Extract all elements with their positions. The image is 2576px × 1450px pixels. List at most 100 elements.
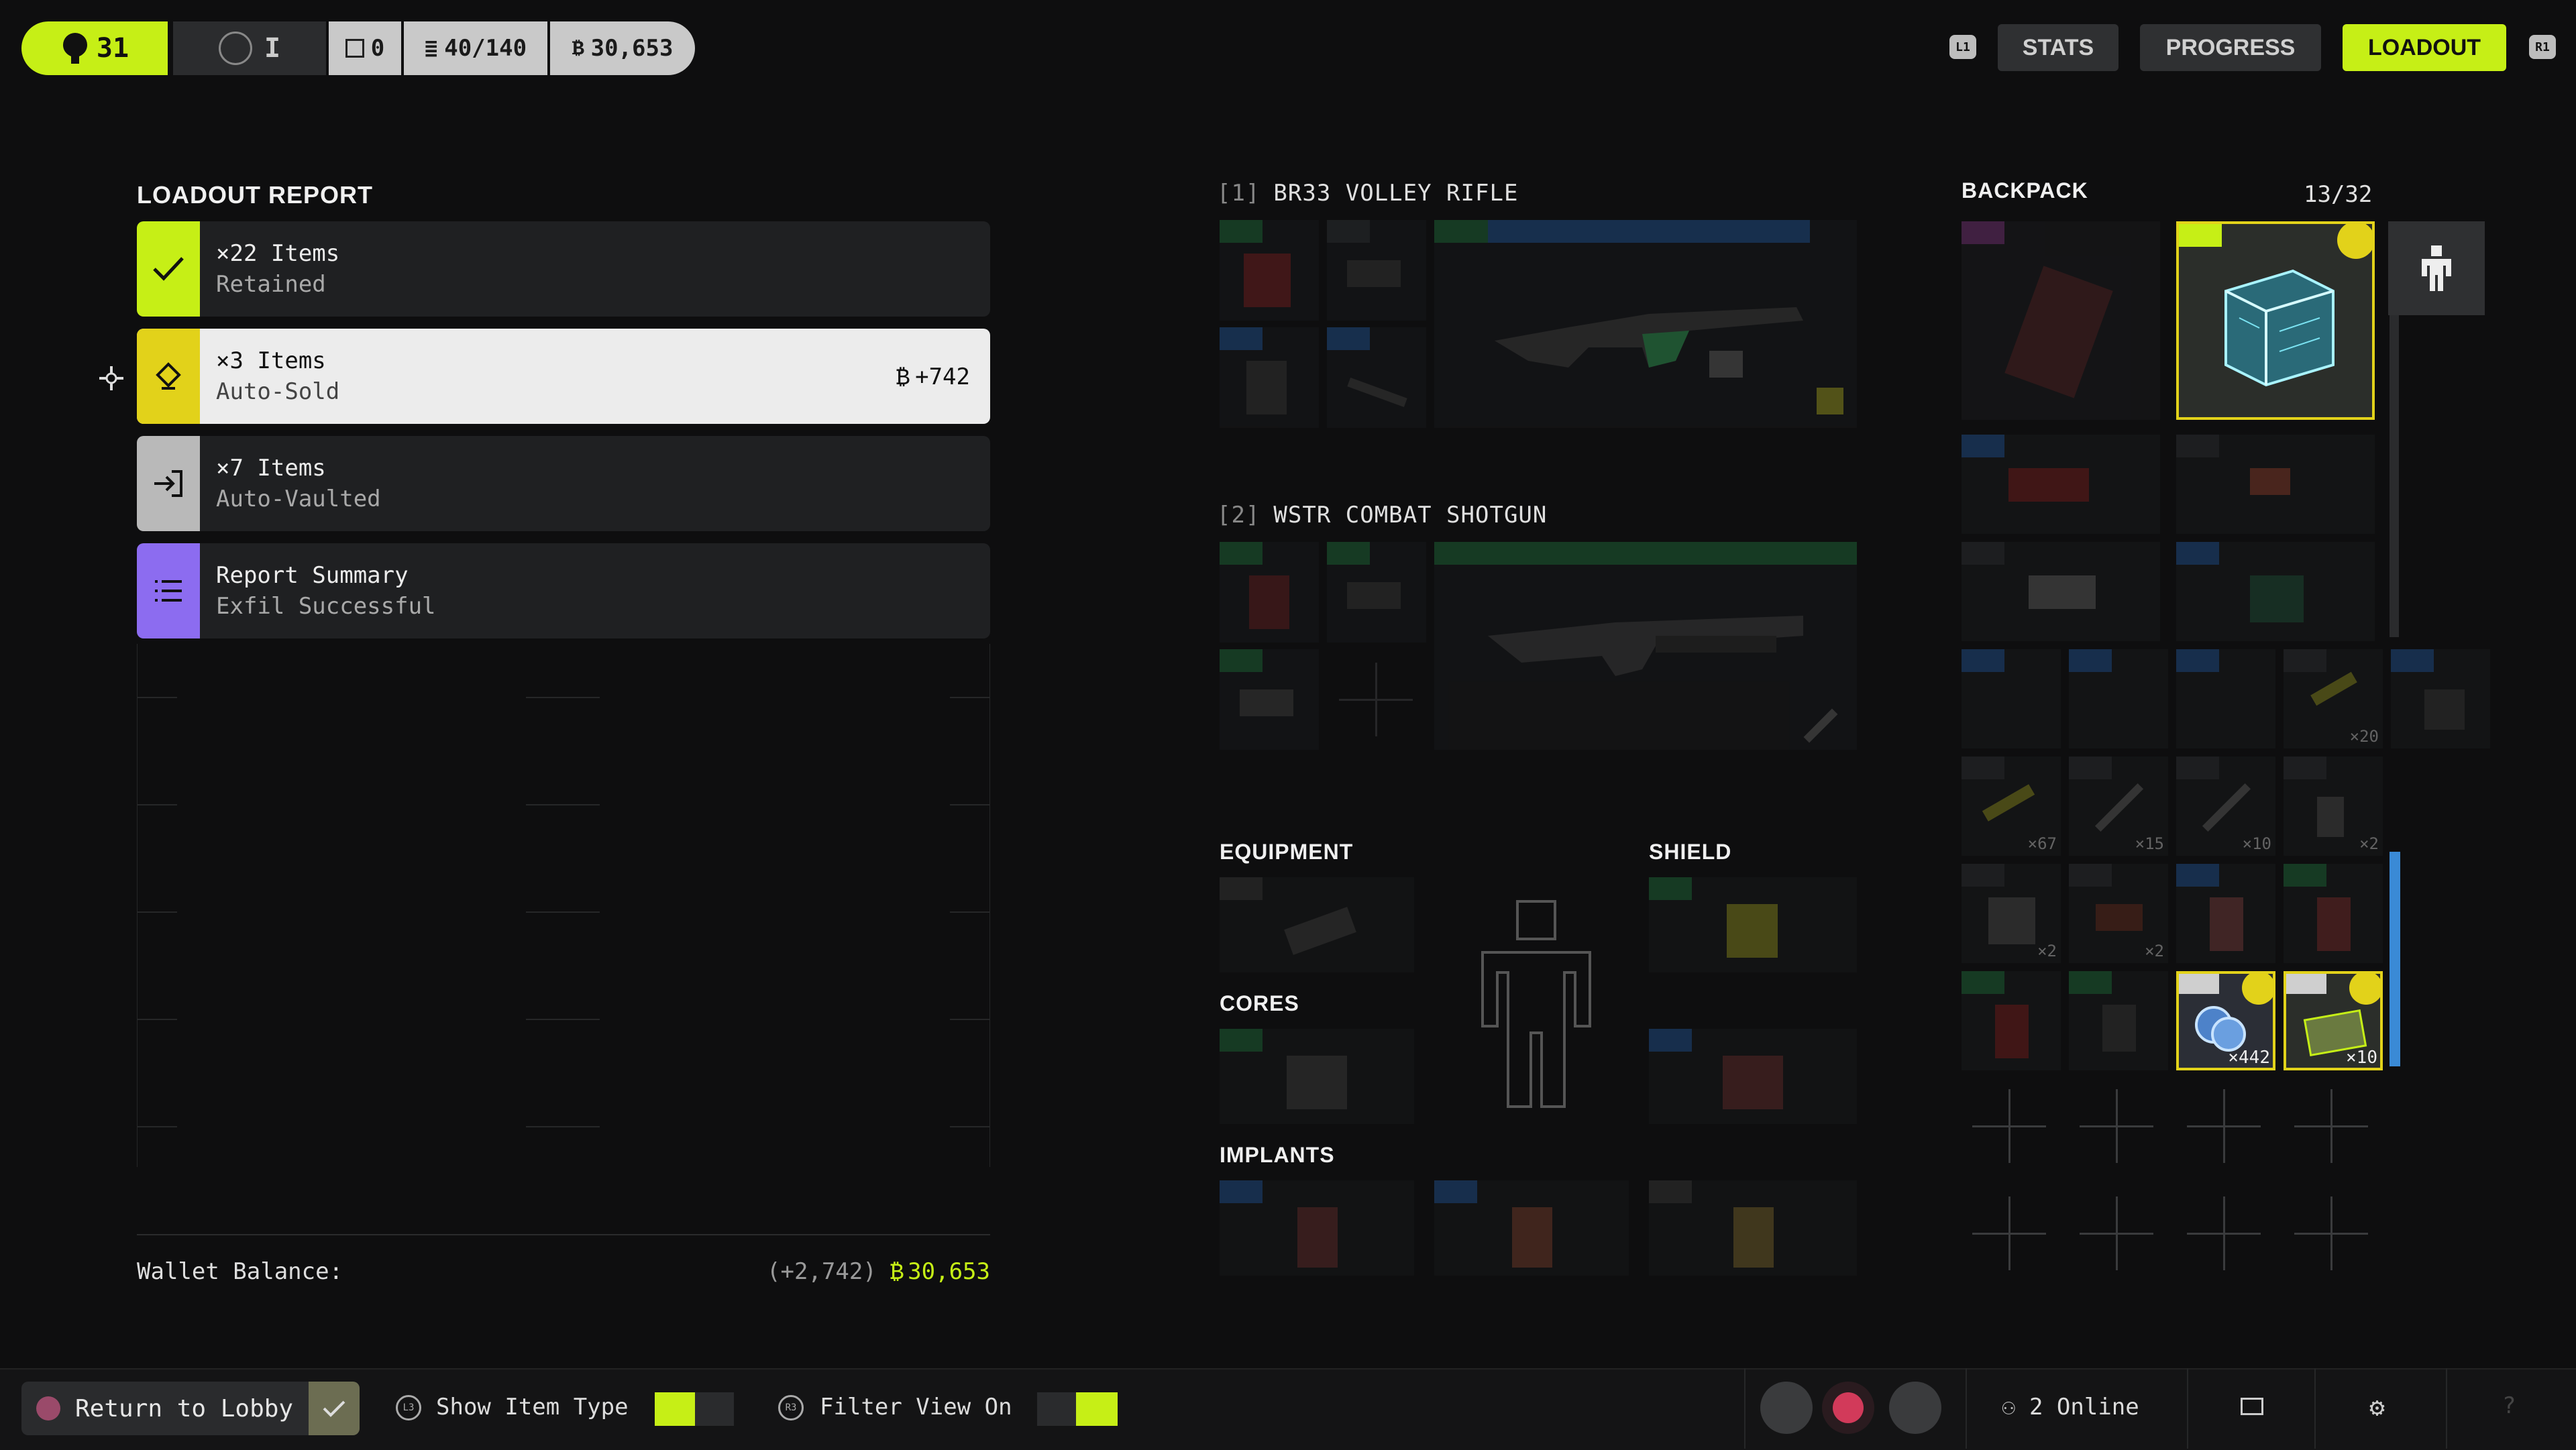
backpack-slot[interactable]: ×15 — [2069, 757, 2168, 856]
tab-stats-label: STATS — [2022, 34, 2094, 60]
report-row-title: Report Summary — [216, 562, 409, 589]
divider — [2187, 1368, 2188, 1449]
add-friend-button[interactable] — [1889, 1382, 1941, 1434]
scrollbar-thumb[interactable] — [2390, 852, 2400, 1066]
item-type-toggle-on[interactable] — [655, 1392, 695, 1426]
character-filter-button[interactable] — [2388, 221, 2485, 315]
tab-stats[interactable]: STATS — [1998, 24, 2118, 71]
attachment-slot[interactable] — [1327, 220, 1426, 321]
character-icon — [2422, 245, 2451, 291]
weapon-image-slot[interactable] — [1434, 542, 1857, 750]
backpack-slot[interactable] — [2069, 971, 2168, 1070]
backpack-slot[interactable] — [2176, 435, 2375, 534]
attachment-slot[interactable] — [1327, 327, 1426, 428]
scrollbar-track[interactable] — [2390, 315, 2399, 637]
empty-slot-plus-icon[interactable] — [2187, 1089, 2261, 1163]
attachment-slot[interactable] — [1220, 220, 1319, 321]
backpack-slot[interactable]: ×2 — [2069, 864, 2168, 963]
backpack-slot[interactable] — [2069, 649, 2168, 748]
item-quantity: ×442 — [2228, 1048, 2270, 1068]
item-quantity: ×2 — [2037, 942, 2057, 960]
backpack-slot[interactable] — [2284, 864, 2383, 963]
empty-slot-plus-icon[interactable] — [1972, 1089, 2046, 1163]
gear-icon[interactable]: ⚙ — [2369, 1392, 2385, 1422]
attachment-slot[interactable] — [1220, 649, 1319, 750]
empty-slot-plus-icon[interactable] — [2080, 1089, 2153, 1163]
list-icon — [137, 543, 200, 638]
empty-slot-plus-icon[interactable] — [2294, 1196, 2368, 1270]
backpack-slot[interactable]: ×10 — [2176, 757, 2275, 856]
implant-slot[interactable] — [1649, 1180, 1857, 1276]
backpack-slot[interactable] — [2391, 649, 2490, 748]
backpack-slot[interactable]: ×67 — [1962, 757, 2061, 856]
report-row-status: Auto-Sold — [216, 378, 340, 405]
backpack-slot[interactable] — [1962, 435, 2160, 534]
weapon-image-slot[interactable] — [1434, 220, 1857, 428]
stat-credits: ₿ 30,653 — [550, 21, 695, 75]
mail-icon[interactable] — [2241, 1398, 2263, 1415]
core-slot[interactable] — [1220, 1029, 1414, 1124]
backpack-slot-sold[interactable]: ×10 — [2284, 971, 2383, 1070]
rank-value: I — [264, 33, 281, 64]
sold-value: ₿ +742 — [896, 364, 970, 392]
backpack-slot[interactable] — [1962, 542, 2160, 641]
wallet-change: (+2,742) — [767, 1258, 877, 1285]
divider — [1744, 1368, 1746, 1449]
backpack-slot[interactable]: ×2 — [2284, 757, 2383, 856]
backpack-slot[interactable] — [2176, 649, 2275, 748]
check-icon — [309, 1382, 360, 1435]
implant-slot[interactable] — [1434, 1180, 1629, 1276]
wallet-label: Wallet Balance: — [137, 1258, 343, 1285]
item-quantity: ×2 — [2145, 942, 2164, 960]
shield-title: SHIELD — [1649, 840, 1732, 864]
avatar[interactable] — [1822, 1382, 1874, 1434]
attachment-slot[interactable] — [1327, 542, 1426, 643]
rank-badge: I — [173, 21, 326, 75]
return-to-lobby-button[interactable]: Return to Lobby — [21, 1382, 360, 1435]
attachment-slot[interactable] — [1220, 327, 1319, 428]
tab-progress[interactable]: PROGRESS — [2140, 24, 2321, 71]
weapon-slot-number: [2] — [1217, 502, 1260, 528]
item-quantity: ×15 — [2135, 834, 2164, 853]
backpack-slot[interactable]: ×20 — [2284, 649, 2383, 748]
online-friends-button[interactable]: ⚇ 2 Online — [2002, 1394, 2139, 1420]
backpack-slot[interactable] — [1962, 971, 2061, 1070]
core-slot[interactable] — [1649, 1029, 1857, 1124]
empty-slot-plus-icon[interactable] — [2187, 1196, 2261, 1270]
report-row-retained[interactable]: ×22 Items Retained — [137, 221, 990, 317]
empty-slot-plus-icon[interactable] — [1339, 663, 1413, 736]
weapon-name: WSTR COMBAT SHOTGUN — [1273, 502, 1548, 528]
empty-slot-plus-icon[interactable] — [2294, 1089, 2368, 1163]
empty-slot-plus-icon[interactable] — [1972, 1196, 2046, 1270]
backpack-slot[interactable] — [1962, 649, 2061, 748]
report-row-count: ×22 Items — [216, 240, 340, 267]
credits-icon: ₿ — [896, 364, 910, 390]
backpack-slot-sold[interactable]: ×442 — [2176, 971, 2275, 1070]
eye-icon[interactable] — [1076, 1392, 1118, 1426]
attachment-slot[interactable] — [1220, 542, 1319, 643]
backpack-slot[interactable] — [2176, 542, 2375, 641]
add-friend-button[interactable] — [1760, 1382, 1813, 1434]
item-quantity: ×67 — [2027, 834, 2057, 853]
implant-slot[interactable] — [1220, 1180, 1414, 1276]
implants-title: IMPLANTS — [1220, 1143, 1335, 1167]
backpack-slot[interactable]: ×2 — [1962, 864, 2061, 963]
report-row-summary[interactable]: Report Summary Exfil Successful — [137, 543, 990, 638]
bottom-bar — [0, 1368, 2576, 1450]
equipment-slot[interactable] — [1220, 877, 1414, 972]
report-row-status: Exfil Successful — [216, 593, 436, 620]
help-icon[interactable]: ? — [2502, 1392, 2516, 1419]
wallet-total: 30,653 — [908, 1258, 990, 1285]
tab-loadout[interactable]: LOADOUT — [2343, 24, 2506, 71]
empty-slot-plus-icon[interactable] — [2080, 1196, 2153, 1270]
eye-off-icon[interactable] — [1037, 1392, 1076, 1426]
report-row-auto-sold[interactable]: ×3 Items Auto-Sold ₿ +742 — [137, 329, 990, 424]
shield-slot[interactable] — [1649, 877, 1857, 972]
report-row-auto-vaulted[interactable]: ×7 Items Auto-Vaulted — [137, 436, 990, 531]
backpack-slot[interactable] — [2176, 864, 2275, 963]
backpack-slot-highlighted[interactable] — [2176, 221, 2375, 420]
stack-icon: ≣ — [424, 36, 438, 61]
item-type-toggle-off[interactable] — [695, 1392, 734, 1426]
l1-hint-icon: L1 — [1949, 35, 1976, 59]
backpack-slot[interactable] — [1962, 221, 2160, 420]
